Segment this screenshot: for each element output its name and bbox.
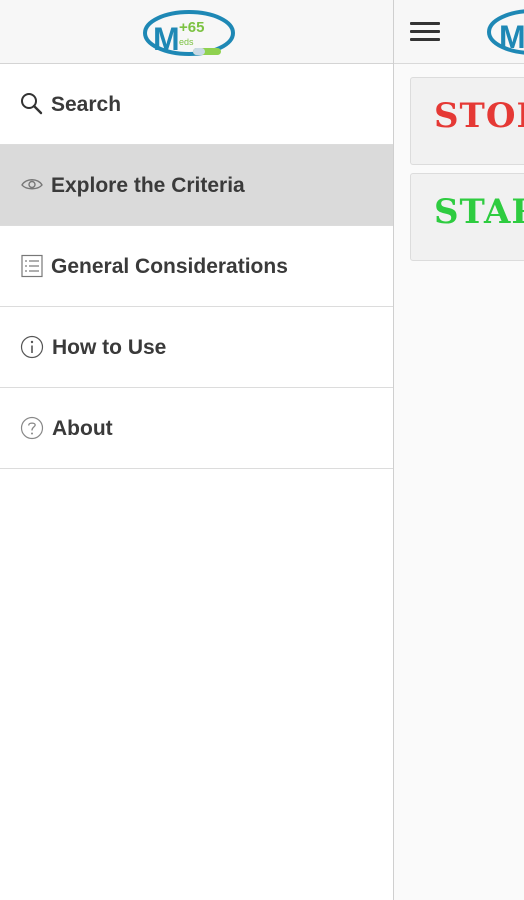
svg-text:eds: eds — [179, 37, 194, 47]
main-content: M STOPP START — [393, 0, 524, 900]
app-logo: M — [487, 6, 524, 63]
list-icon — [21, 254, 43, 278]
menu-item-about[interactable]: About — [0, 388, 393, 469]
menu-item-general-considerations[interactable]: General Considerations — [0, 226, 393, 307]
help-icon — [20, 416, 44, 440]
app-logo: M +65 eds — [143, 6, 239, 65]
menu-item-how-to-use[interactable]: How to Use — [0, 307, 393, 388]
menu-item-label: General Considerations — [51, 255, 288, 278]
menu-item-explore-criteria[interactable]: Explore the Criteria — [0, 145, 393, 226]
main-header: M — [394, 0, 524, 64]
info-icon — [20, 335, 44, 359]
svg-text:+65: +65 — [179, 19, 204, 36]
drawer-header: M +65 eds — [0, 0, 393, 64]
svg-text:M: M — [499, 19, 524, 55]
menu-item-label: How to Use — [52, 336, 167, 359]
stopp-card[interactable]: STOPP — [410, 77, 524, 165]
navigation-drawer: M +65 eds Search Explore the Criteria Ge… — [0, 0, 393, 900]
start-card[interactable]: START — [410, 173, 524, 261]
stopp-card-label: STOPP — [434, 96, 524, 136]
menu-icon[interactable] — [410, 20, 440, 44]
svg-text:M: M — [153, 21, 180, 57]
menu-item-search[interactable]: Search — [0, 64, 393, 145]
menu-item-label: Search — [51, 93, 122, 116]
start-card-label: START — [434, 192, 524, 232]
menu-item-label: Explore the Criteria — [51, 174, 245, 197]
eye-icon — [21, 179, 43, 190]
search-icon — [21, 93, 43, 115]
drawer-menu: Search Explore the Criteria General Cons… — [0, 64, 393, 469]
menu-item-label: About — [52, 417, 113, 440]
